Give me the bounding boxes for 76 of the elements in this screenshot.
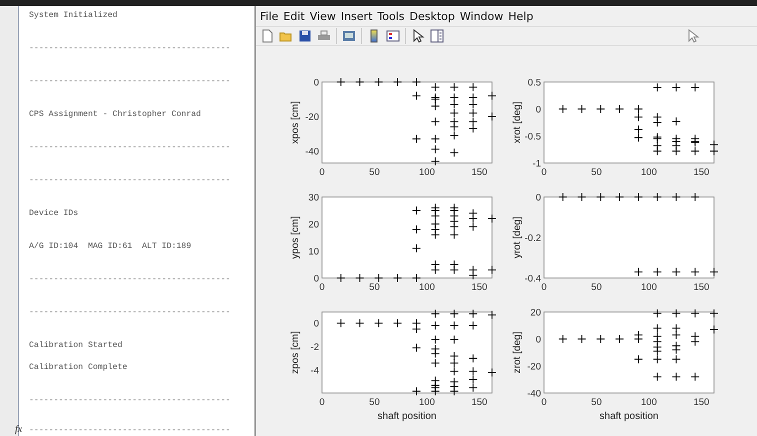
y-tick-label: -4 <box>310 366 319 377</box>
y-tick-label: 30 <box>308 192 319 204</box>
y-tick-label: 0 <box>536 104 541 116</box>
x-tick-label: 100 <box>419 282 435 293</box>
x-tick-label: 50 <box>369 167 380 178</box>
x-tick-label: 100 <box>641 282 657 293</box>
x-axis-label: shaft position <box>378 411 436 422</box>
y-tick-label: 20 <box>530 308 541 318</box>
x-tick-label: 50 <box>591 282 602 293</box>
menu-item[interactable]: Insert <box>340 10 372 22</box>
x-tick-label: 0 <box>319 167 325 178</box>
y-tick-label: -20 <box>527 362 541 372</box>
x-tick-label: 0 <box>319 282 325 293</box>
y-tick-label: 10 <box>308 246 319 258</box>
y-tick-label: 0 <box>314 78 319 88</box>
x-tick-label: 0 <box>541 282 547 293</box>
y-axis-label: yrot [deg] <box>512 216 523 258</box>
console-output-text: Calibration Started <box>29 340 124 351</box>
x-tick-label: 50 <box>369 397 380 408</box>
y-tick-label: -0.5 <box>524 132 541 142</box>
y-axis-label: zrot [deg] <box>512 332 523 374</box>
x-tick-label: 50 <box>591 167 602 178</box>
x-tick-label: 100 <box>641 167 657 178</box>
menu-item[interactable]: Help <box>508 10 534 22</box>
x-tick-label: 150 <box>693 167 710 178</box>
x-tick-label: 150 <box>471 167 488 178</box>
x-tick-label: 0 <box>319 397 325 408</box>
y-tick-label: -40 <box>527 388 541 400</box>
y-tick-label: 0 <box>314 318 319 330</box>
y-tick-label: -0.2 <box>524 233 541 244</box>
menu-item[interactable]: File <box>260 10 278 22</box>
y-tick-label: -20 <box>305 112 319 123</box>
separator-line-text: ----------------------------------------- <box>29 307 232 318</box>
separator-line-text: ----------------------------------------- <box>29 175 232 186</box>
y-tick-label: 0 <box>536 334 541 346</box>
console-output-text: Calibration Complete <box>29 362 128 373</box>
menu-item[interactable]: Desktop <box>410 10 455 22</box>
y-tick-label: -2 <box>310 342 319 354</box>
x-tick-label: 0 <box>541 167 547 178</box>
menu-item[interactable]: Window <box>460 10 504 22</box>
separator-line-text: ----------------------------------------- <box>29 274 232 285</box>
y-tick-label: 20 <box>308 220 319 230</box>
x-tick-label: 150 <box>471 282 488 293</box>
y-axis-label: xrot [deg] <box>512 102 523 144</box>
x-tick-label: 150 <box>471 397 488 408</box>
x-tick-label: 0 <box>541 397 547 408</box>
y-axis-label: zpos [cm] <box>290 331 301 374</box>
function-prompt-icon[interactable]: fx <box>15 424 29 436</box>
x-axis-label: shaft position <box>600 411 658 422</box>
y-axis-label: xpos [cm] <box>290 101 301 144</box>
y-tick-label: 0 <box>314 274 319 284</box>
y-tick-label: -40 <box>305 146 319 158</box>
console-output-text: A/G ID:104 MAG ID:61 ALT ID:189 <box>29 241 192 252</box>
y-tick-label: -1 <box>532 158 541 170</box>
menu-item[interactable]: Tools <box>377 10 405 22</box>
x-tick-label: 100 <box>641 397 657 408</box>
separator-line-text: ----------------------------------------- <box>29 142 232 153</box>
y-tick-label: 0.5 <box>528 78 541 88</box>
y-tick-label: 0 <box>536 192 541 204</box>
console-output-text: System Initialized <box>29 10 118 21</box>
separator-line-text: ----------------------------------------- <box>29 395 232 406</box>
console-output-text: Device IDs <box>29 208 80 219</box>
x-tick-label: 50 <box>591 397 602 408</box>
x-tick-label: 150 <box>693 282 710 293</box>
separator-line-text: ----------------------------------------- <box>29 76 232 87</box>
menu-item[interactable]: View <box>310 10 336 22</box>
separator-line-text: ----------------------------------------- <box>29 424 230 436</box>
x-tick-label: 100 <box>419 397 435 408</box>
y-tick-label: -0.4 <box>524 274 541 284</box>
y-axis-label: ypos [cm] <box>290 216 301 259</box>
x-tick-label: 100 <box>419 167 435 178</box>
x-tick-label: 150 <box>693 397 710 408</box>
menu-item[interactable]: Edit <box>283 10 305 22</box>
separator-line-text: ----------------------------------------- <box>29 43 232 54</box>
console-output-text: CPS Assignment - Christopher Conrad <box>29 109 202 120</box>
x-tick-label: 50 <box>369 282 380 293</box>
